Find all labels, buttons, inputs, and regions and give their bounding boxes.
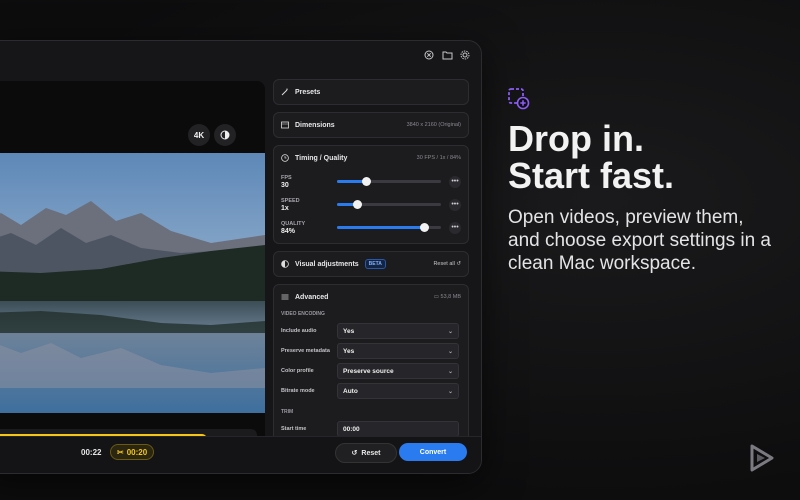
add-selection-icon: [508, 88, 530, 110]
contrast-icon[interactable]: [214, 124, 236, 146]
more-options-icon[interactable]: •••: [449, 175, 461, 188]
fps-value: 30: [281, 181, 289, 189]
convert-button[interactable]: Convert: [399, 443, 467, 461]
reset-all-label: Reset all: [433, 261, 455, 267]
color-profile-select[interactable]: Preserve source ⌄: [337, 363, 459, 379]
presets-card[interactable]: Presets: [273, 79, 469, 105]
speed-label: SPEED: [281, 197, 300, 204]
preserve-metadata-value: Yes: [343, 347, 355, 355]
preserve-metadata-label: Preserve metadata: [281, 348, 330, 354]
quality-label: QUALITY: [281, 220, 306, 227]
resolution-badge[interactable]: 4K: [188, 124, 210, 146]
fps-slider[interactable]: [337, 177, 441, 186]
presets-label: Presets: [295, 88, 321, 96]
preserve-metadata-select[interactable]: Yes ⌄: [337, 343, 459, 359]
color-profile-row: Color profile Preserve source ⌄: [274, 361, 468, 381]
more-options-icon[interactable]: •••: [449, 198, 461, 211]
dimensions-label: Dimensions: [295, 121, 335, 129]
bitrate-mode-label: Bitrate mode: [281, 388, 315, 394]
color-profile-label: Color profile: [281, 368, 314, 374]
folder-icon[interactable]: [441, 49, 453, 61]
more-options-icon[interactable]: •••: [449, 221, 461, 234]
headline: Drop in. Start fast.: [508, 120, 778, 194]
start-time-input[interactable]: 00:00: [337, 421, 459, 437]
advanced-card: Advanced ▭ 53,8 MB VIDEO ENCODING Includ…: [273, 284, 469, 444]
trim-duration-badge[interactable]: ✂ 00:20: [110, 444, 155, 460]
menu-lines-icon: [281, 293, 289, 301]
video-encoding-heading: VIDEO ENCODING: [281, 311, 325, 317]
chevron-down-icon: ⌄: [447, 388, 453, 395]
contrast-icon: [281, 260, 289, 268]
include-audio-select[interactable]: Yes ⌄: [337, 323, 459, 339]
video-preview: 4K: [0, 81, 265, 473]
video-frame-image: [0, 153, 265, 413]
file-size: ▭ 53,8 MB: [434, 294, 461, 300]
clock-icon: [281, 154, 289, 162]
timing-label: Timing / Quality: [295, 154, 348, 162]
chevron-down-icon: ⌄: [447, 368, 453, 375]
bitrate-mode-select[interactable]: Auto ⌄: [337, 383, 459, 399]
speed-slider[interactable]: [337, 200, 441, 209]
subtitle: Open videos, preview them, and choose ex…: [508, 207, 772, 274]
beta-badge: BETA: [364, 259, 386, 269]
reset-button[interactable]: ↺ Reset: [335, 443, 397, 463]
drive-icon: ▭: [433, 294, 439, 300]
speed-value: 1x: [281, 204, 289, 212]
bottom-bar: 00:22 ✂ 00:20 ↺ Reset Convert: [0, 436, 481, 473]
app-window: 4K Presets Dimensions 3840 x 2160 (Origi…: [0, 40, 482, 474]
magic-wand-icon: [281, 88, 289, 96]
headline-line-1: Drop in.: [508, 118, 644, 159]
file-size-value: 53,8 MB: [440, 294, 461, 300]
advanced-label: Advanced: [295, 293, 329, 301]
chevron-down-icon: ⌄: [447, 348, 453, 355]
bitrate-mode-row: Bitrate mode Auto ⌄: [274, 381, 468, 401]
include-audio-value: Yes: [343, 327, 355, 335]
reset-all-button[interactable]: Reset all ↺: [433, 261, 461, 267]
quality-row: QUALITY 84% •••: [274, 216, 468, 239]
dimensions-icon: [281, 121, 289, 129]
settings-panel: Presets Dimensions 3840 x 2160 (Original…: [273, 79, 469, 451]
trim-heading: TRIM: [281, 409, 294, 415]
start-time-value: 00:00: [343, 425, 360, 433]
speed-row: SPEED 1x •••: [274, 193, 468, 216]
visual-adjustments-card[interactable]: Visual adjustments BETA Reset all ↺: [273, 251, 469, 277]
app-logo-icon: [748, 442, 776, 474]
close-circle-icon[interactable]: [423, 49, 435, 61]
undo-icon: ↺: [351, 450, 358, 457]
undo-icon: ↺: [456, 261, 461, 267]
gear-icon[interactable]: [459, 49, 471, 61]
convert-label: Convert: [419, 448, 447, 456]
headline-line-2: Start fast.: [508, 155, 675, 196]
timing-quality-card: Timing / Quality 30 FPS / 1x / 84% FPS 30…: [273, 145, 469, 244]
window-toolbar: [423, 49, 471, 61]
start-time-label: Start time: [281, 426, 307, 432]
quality-value: 84%: [281, 227, 296, 235]
scissors-icon: ✂: [117, 447, 124, 457]
color-profile-value: Preserve source: [343, 367, 394, 375]
dimensions-card[interactable]: Dimensions 3840 x 2160 (Original): [273, 112, 469, 138]
chevron-down-icon: ⌄: [447, 328, 453, 335]
preserve-metadata-row: Preserve metadata Yes ⌄: [274, 341, 468, 361]
quality-slider[interactable]: [337, 223, 441, 232]
hero-section: Drop in. Start fast. Open videos, previe…: [508, 88, 778, 275]
timing-summary: 30 FPS / 1x / 84%: [416, 155, 461, 161]
include-audio-row: Include audio Yes ⌄: [274, 321, 468, 341]
playhead-time: 00:22: [81, 448, 102, 457]
fps-label: FPS: [281, 174, 292, 181]
fps-row: FPS 30 •••: [274, 170, 468, 193]
include-audio-label: Include audio: [281, 328, 317, 334]
trim-duration-value: 00:20: [126, 447, 148, 457]
bitrate-mode-value: Auto: [343, 387, 358, 395]
visual-adjustments-label: Visual adjustments: [295, 260, 359, 268]
dimensions-value: 3840 x 2160 (Original): [406, 122, 461, 128]
reset-label: Reset: [361, 449, 381, 457]
